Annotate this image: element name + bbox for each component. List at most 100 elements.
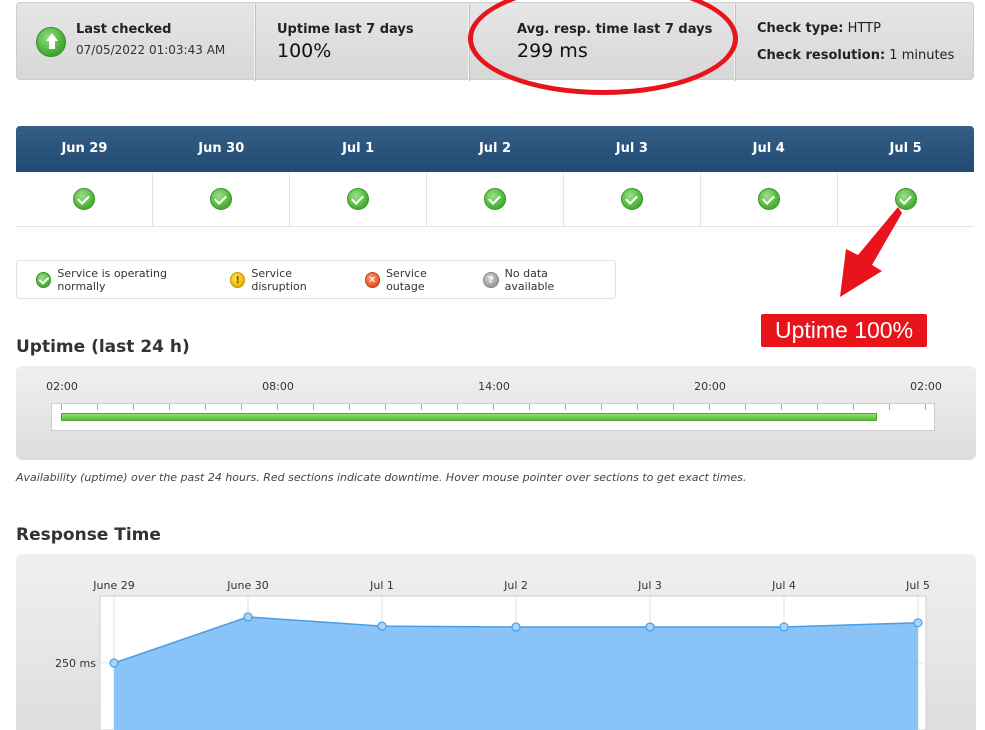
day-header: Jul 1 <box>342 141 375 156</box>
uptime-hour-tick <box>565 404 566 410</box>
check-resolution-value: 1 minutes <box>889 48 955 63</box>
check-ok-icon <box>484 188 506 210</box>
check-info-cell: Check type: HTTP Check resolution: 1 min… <box>735 3 974 81</box>
uptime-24h-panel: 02:00 08:00 14:00 20:00 02:00 <box>16 366 976 460</box>
legend-outage-label: Service outage <box>386 266 427 293</box>
x-tick-label: Jul 2 <box>503 579 528 592</box>
check-type-label: Check type: <box>757 21 844 36</box>
day-status-cell[interactable] <box>426 172 563 226</box>
uptime-hour-tick <box>133 404 134 410</box>
uptime-24h-bar[interactable] <box>51 403 935 431</box>
uptime-hour-tick <box>97 404 98 410</box>
check-ok-icon <box>210 188 232 210</box>
uptime-hour-tick <box>853 404 854 410</box>
uptime-hour-tick <box>241 404 242 410</box>
response-point <box>243 612 253 622</box>
uptime-hour-tick <box>493 404 494 410</box>
last-checked-cell: Last checked 07/05/2022 01:03:43 AM <box>17 3 255 81</box>
uptime-hour-tick <box>601 404 602 410</box>
uptime-caption: Availability (uptime) over the past 24 h… <box>16 471 747 484</box>
uptime-hour-tick <box>169 404 170 410</box>
uptime-hour-tick <box>277 404 278 410</box>
day-header: Jun 30 <box>198 141 245 156</box>
response-area <box>114 616 918 730</box>
uptime-7d-cell: Uptime last 7 days 100% <box>255 3 470 81</box>
x-tick-label: June 29 <box>92 579 134 592</box>
check-ok-icon <box>621 188 643 210</box>
response-point <box>109 658 119 668</box>
response-point <box>779 622 789 632</box>
legend-ok: Service is operating normally <box>36 267 212 293</box>
uptime-7d-value: 100% <box>277 40 332 62</box>
uptime-hour-tick <box>745 404 746 410</box>
day-status-cell[interactable] <box>563 172 700 226</box>
day-status-cell[interactable] <box>700 172 837 226</box>
uptime-tick-label: 02:00 <box>910 380 942 393</box>
uptime-hour-tick <box>709 404 710 410</box>
day-status-cell[interactable] <box>16 172 152 226</box>
arrow-up-icon <box>36 27 66 57</box>
uptime-7d-label: Uptime last 7 days <box>277 22 414 37</box>
uptime-hour-tick <box>421 404 422 410</box>
uptime-hour-tick <box>205 404 206 410</box>
check-ok-icon <box>36 271 52 288</box>
day-status-cell[interactable] <box>152 172 289 226</box>
uptime-hour-tick <box>385 404 386 410</box>
last-checked-value: 07/05/2022 01:03:43 AM <box>76 43 226 57</box>
day-header: Jul 2 <box>478 141 512 156</box>
uptime-tick-label: 08:00 <box>262 380 294 393</box>
uptime-hour-tick <box>925 404 926 410</box>
legend-outage: ✕ Service outage <box>364 266 466 293</box>
uptime-tick-label: 02:00 <box>46 380 78 393</box>
response-time-title: Response Time <box>16 525 161 545</box>
legend-nodata-label: No data available <box>504 266 555 293</box>
x-tick-label: Jul 4 <box>771 579 796 592</box>
response-point <box>645 622 655 632</box>
check-ok-icon <box>347 188 369 210</box>
check-resolution-label: Check resolution: <box>757 48 886 63</box>
question-icon: ? <box>483 271 499 288</box>
x-tick-label: Jul 5 <box>905 579 930 592</box>
uptime-hour-tick <box>637 404 638 410</box>
uptime-hour-tick <box>889 404 890 410</box>
day-status-cell[interactable] <box>289 172 426 226</box>
outage-x-icon: ✕ <box>364 271 381 288</box>
uptime-hour-tick <box>349 404 350 410</box>
check-ok-icon <box>758 188 780 210</box>
day-header: Jul 3 <box>615 141 648 156</box>
legend-nodata: ? No data available <box>483 267 597 293</box>
response-point <box>511 622 521 632</box>
y-tick-label: 250 ms <box>55 657 96 670</box>
uptime-hour-tick <box>817 404 818 410</box>
uptime-hour-tick <box>313 404 314 410</box>
warning-icon: ! <box>229 271 246 288</box>
x-tick-label: June 30 <box>226 579 268 592</box>
uptime-hour-tick <box>529 404 530 410</box>
uptime-annotation: Uptime 100% <box>761 314 927 347</box>
uptime-hour-tick <box>61 404 62 410</box>
days-header: Jun 29 Jun 30 Jul 1 Jul 2 Jul 3 Jul 4 Ju… <box>16 126 974 172</box>
uptime-hour-tick <box>457 404 458 410</box>
status-legend: Service is operating normally ! Service … <box>16 260 616 299</box>
day-header: Jul 4 <box>752 141 785 156</box>
response-time-panel: June 29 June 30 Jul 1 Jul 2 Jul 3 Jul 4 Jul 5 2… <box>16 554 976 730</box>
uptime-ok-section[interactable] <box>61 413 878 421</box>
uptime-tick-label: 14:00 <box>478 380 510 393</box>
uptime-hour-tick <box>673 404 674 410</box>
legend-ok-label: Service is operating normally <box>57 266 167 293</box>
uptime-hour-tick <box>781 404 782 410</box>
legend-disruption: ! Service disruption <box>229 266 347 293</box>
days-status-row <box>16 172 974 227</box>
check-ok-icon <box>73 188 95 210</box>
day-header: Jul 5 <box>889 141 922 156</box>
uptime-24h-title: Uptime (last 24 h) <box>16 337 190 357</box>
x-tick-label: Jul 3 <box>637 579 662 592</box>
response-time-chart: June 29 June 30 Jul 1 Jul 2 Jul 3 Jul 4 Jul 5 2… <box>55 579 930 730</box>
annotation-arrow-icon <box>840 207 902 297</box>
x-tick-label: Jul 1 <box>369 579 394 592</box>
response-point <box>377 621 387 631</box>
legend-disruption-label: Service disruption <box>251 266 307 293</box>
response-point <box>913 618 923 628</box>
uptime-tick-label: 20:00 <box>694 380 726 393</box>
check-type-value: HTTP <box>847 21 881 36</box>
